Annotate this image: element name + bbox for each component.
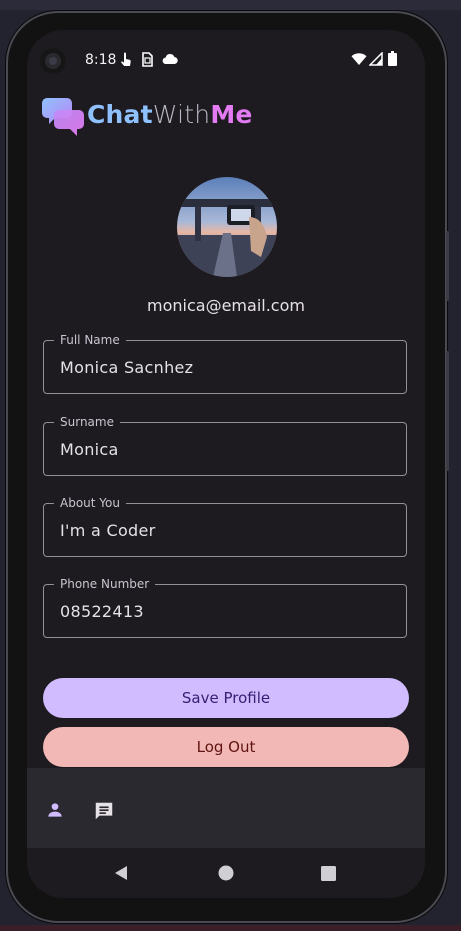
about-you-label: About You [54, 496, 126, 510]
surname-field[interactable]: Surname Monica [43, 415, 407, 476]
full-name-field[interactable]: Full Name Monica Sacnhez [43, 333, 407, 394]
about-you-value[interactable]: I'm a Coder [60, 521, 156, 540]
status-time: 8:18 [85, 52, 117, 68]
person-icon[interactable] [45, 800, 65, 820]
phone-screen: 8:18 ChatWithMe monica@email.com Full Na… [27, 30, 425, 898]
avatar-photo [177, 177, 277, 277]
profile-avatar[interactable] [177, 177, 277, 277]
battery-icon [388, 51, 397, 66]
phone-number-field[interactable]: Phone Number 08522413 [43, 577, 407, 638]
touch-icon [121, 52, 131, 66]
bottom-navigation [27, 768, 425, 848]
save-profile-button[interactable]: Save Profile [43, 678, 409, 718]
front-camera [40, 48, 66, 74]
chat-icon[interactable] [93, 800, 115, 822]
sim-icon [142, 52, 153, 67]
logo-text-me: Me [210, 100, 253, 129]
surname-label: Surname [54, 415, 120, 429]
chat-bubbles-logo-icon [42, 98, 84, 136]
surname-value[interactable]: Monica [60, 440, 119, 459]
recents-icon[interactable] [321, 866, 336, 881]
phone-number-value[interactable]: 08522413 [60, 602, 144, 621]
system-navigation-bar [27, 848, 425, 898]
home-icon[interactable] [218, 865, 234, 881]
profile-email: monica@email.com [147, 296, 305, 315]
desktop-taskbar-edge [0, 925, 461, 931]
power-button [446, 231, 449, 301]
signal-icon [369, 52, 383, 66]
desktop-background [0, 0, 461, 10]
full-name-value[interactable]: Monica Sacnhez [60, 358, 193, 377]
logo-text-with: With [152, 100, 211, 129]
cloud-icon [162, 54, 178, 65]
volume-button [446, 351, 449, 471]
about-you-field[interactable]: About You I'm a Coder [43, 496, 407, 557]
phone-number-label: Phone Number [54, 577, 156, 591]
full-name-label: Full Name [54, 333, 126, 347]
back-icon[interactable] [114, 865, 128, 881]
status-bar: 8:18 [27, 30, 425, 74]
wifi-icon [351, 53, 367, 65]
logo-text-chat: Chat [87, 100, 153, 129]
logout-button[interactable]: Log Out [43, 727, 409, 767]
